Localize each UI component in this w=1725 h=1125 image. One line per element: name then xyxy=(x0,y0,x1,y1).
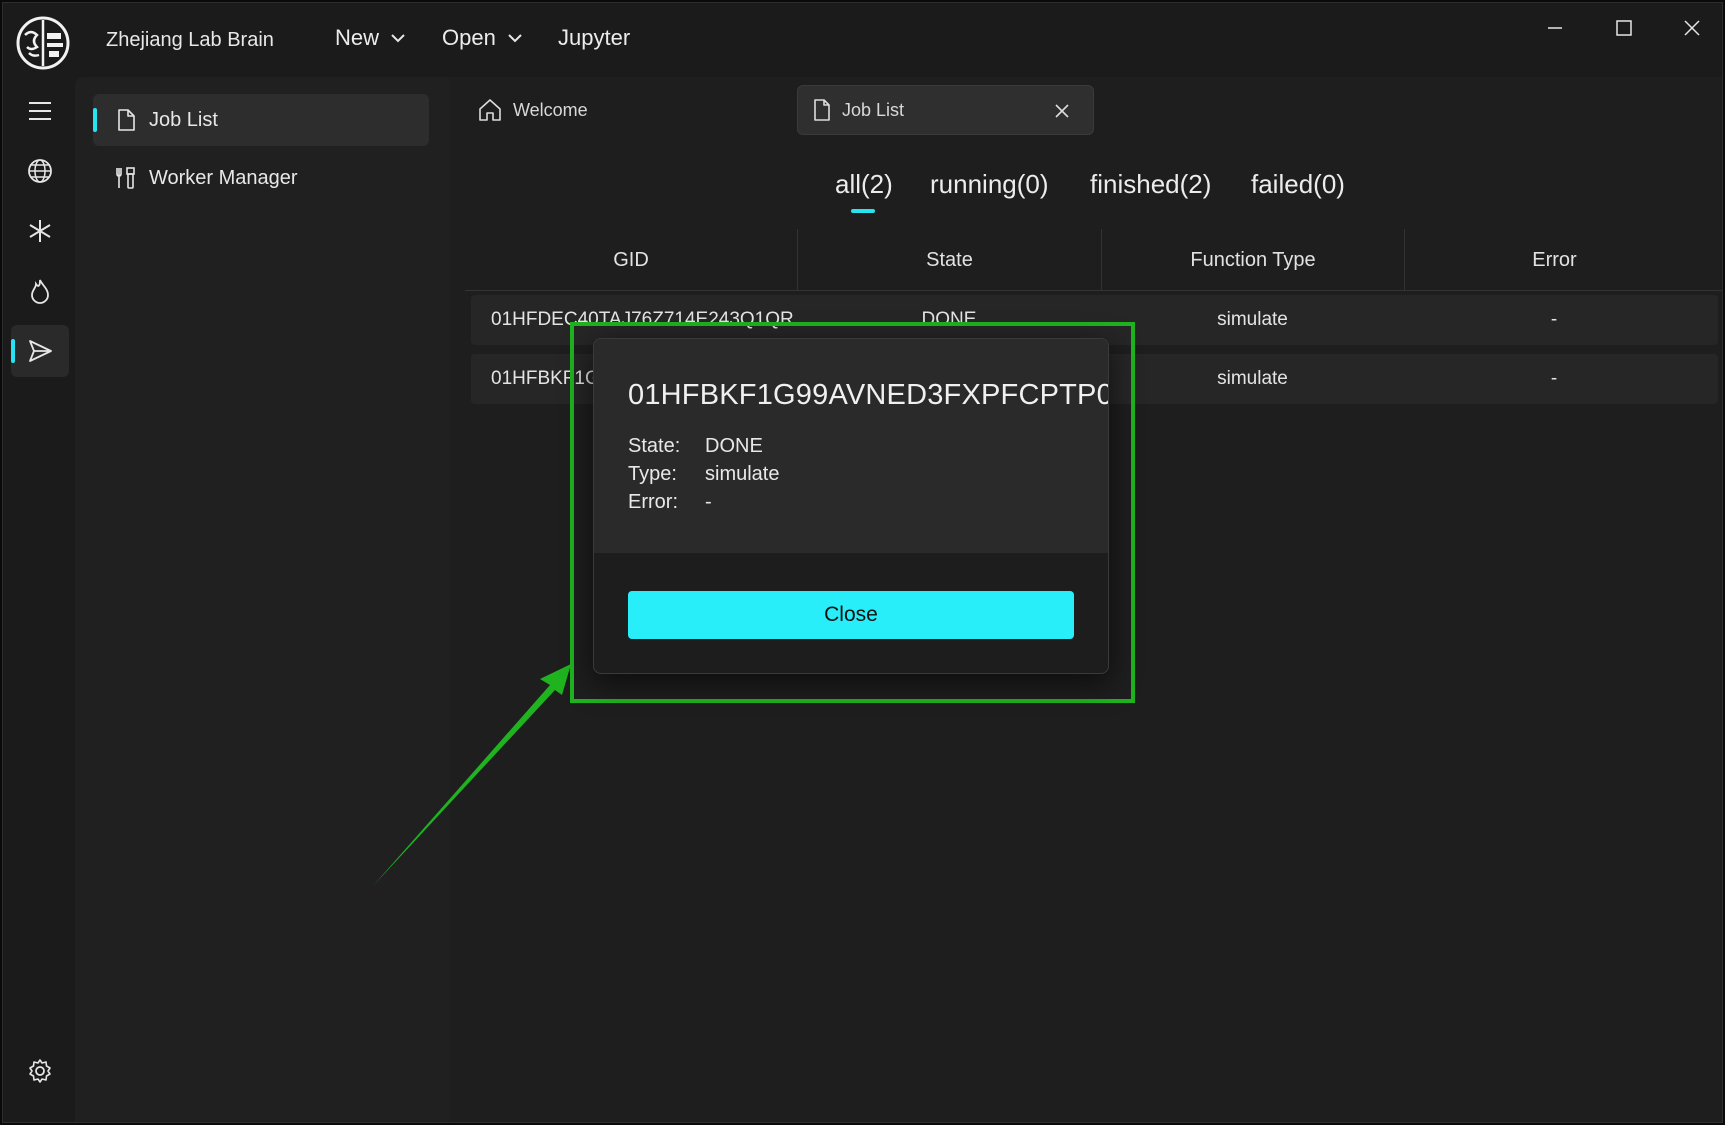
dialog-field-type: Type: simulate xyxy=(628,463,779,486)
job-detail-dialog: 01HFBKF1G99AVNED3FXPFCPTP0 State: DONE Ty… xyxy=(593,338,1109,674)
dialog-field-error: Error: - xyxy=(628,491,712,514)
field-value: - xyxy=(705,491,712,513)
dialog-field-state: State: DONE xyxy=(628,435,763,458)
close-button[interactable]: Close xyxy=(628,591,1074,639)
field-key: State: xyxy=(628,435,681,457)
dialog-body: 01HFBKF1G99AVNED3FXPFCPTP0 State: DONE Ty… xyxy=(594,339,1108,553)
field-key: Error: xyxy=(628,491,678,513)
field-value: DONE xyxy=(705,435,763,457)
dialog-title: 01HFBKF1G99AVNED3FXPFCPTP0 xyxy=(628,379,1109,411)
app-window: Zhejiang Lab Brain New Open Jupyter Job … xyxy=(2,2,1723,1123)
field-key: Type: xyxy=(628,463,677,485)
field-value: simulate xyxy=(705,463,780,485)
